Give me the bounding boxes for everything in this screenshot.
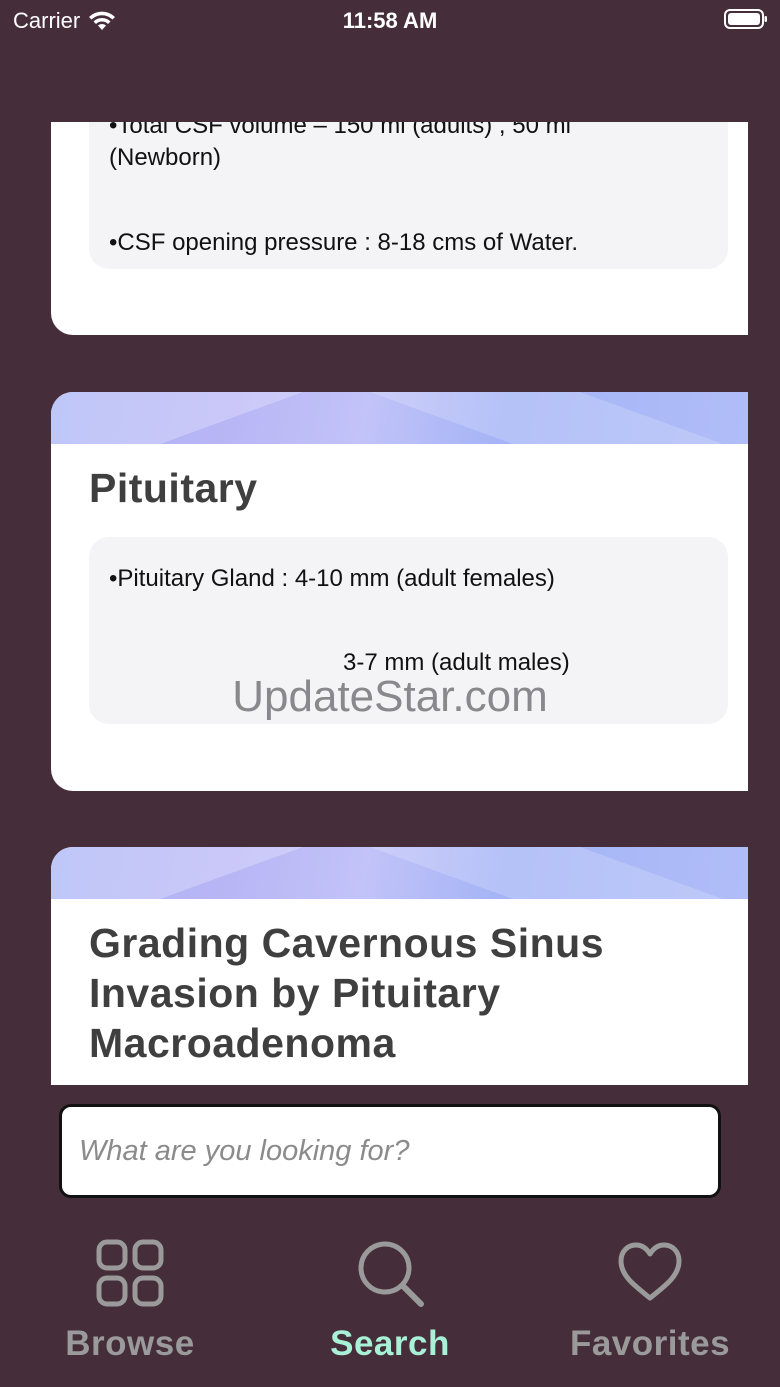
card-info-box: •Total CSF volume – 150 ml (adults) , 50… bbox=[89, 122, 728, 269]
tab-browse[interactable]: Browse bbox=[0, 1238, 260, 1387]
result-card-csf[interactable]: •Total CSF volume – 150 ml (adults) , 50… bbox=[51, 122, 748, 335]
card-title: Pituitary bbox=[89, 465, 258, 511]
tab-search[interactable]: Search bbox=[260, 1238, 520, 1387]
info-line: •Total CSF volume – 150 ml (adults) , 50… bbox=[109, 122, 571, 171]
grid-icon bbox=[96, 1239, 164, 1307]
status-time: 11:58 AM bbox=[342, 8, 438, 33]
tab-favorites[interactable]: Favorites bbox=[520, 1238, 780, 1387]
card-banner bbox=[51, 392, 748, 444]
results-list[interactable]: •Total CSF volume – 150 ml (adults) , 50… bbox=[0, 122, 780, 1085]
result-card-pituitary[interactable]: Pituitary •Pituitary Gland : 4-10 mm (ad… bbox=[51, 392, 748, 791]
status-bar: Carrier 11:58 AM bbox=[0, 0, 780, 44]
search-icon bbox=[358, 1241, 424, 1307]
app-screen: Carrier 11:58 AM •Total CSF volume – 150… bbox=[0, 0, 780, 1387]
result-card-grading[interactable]: Grading Cavernous Sinus Invasion by Pitu… bbox=[51, 847, 748, 1085]
info-line: •CSF opening pressure : 8-18 cms of Wate… bbox=[109, 229, 579, 256]
tab-label: Search bbox=[330, 1324, 450, 1363]
battery-icon bbox=[724, 9, 767, 29]
card-banner bbox=[51, 847, 748, 899]
heart-icon bbox=[618, 1242, 682, 1301]
watermark: UpdateStar.com bbox=[232, 672, 548, 721]
info-line: •Pituitary Gland : 4-10 mm (adult female… bbox=[109, 565, 555, 592]
card-title: Grading Cavernous Sinus Invasion by Pitu… bbox=[89, 920, 604, 1066]
tab-label: Browse bbox=[65, 1324, 195, 1363]
tab-label: Favorites bbox=[569, 1324, 731, 1363]
search-input[interactable] bbox=[59, 1104, 721, 1198]
